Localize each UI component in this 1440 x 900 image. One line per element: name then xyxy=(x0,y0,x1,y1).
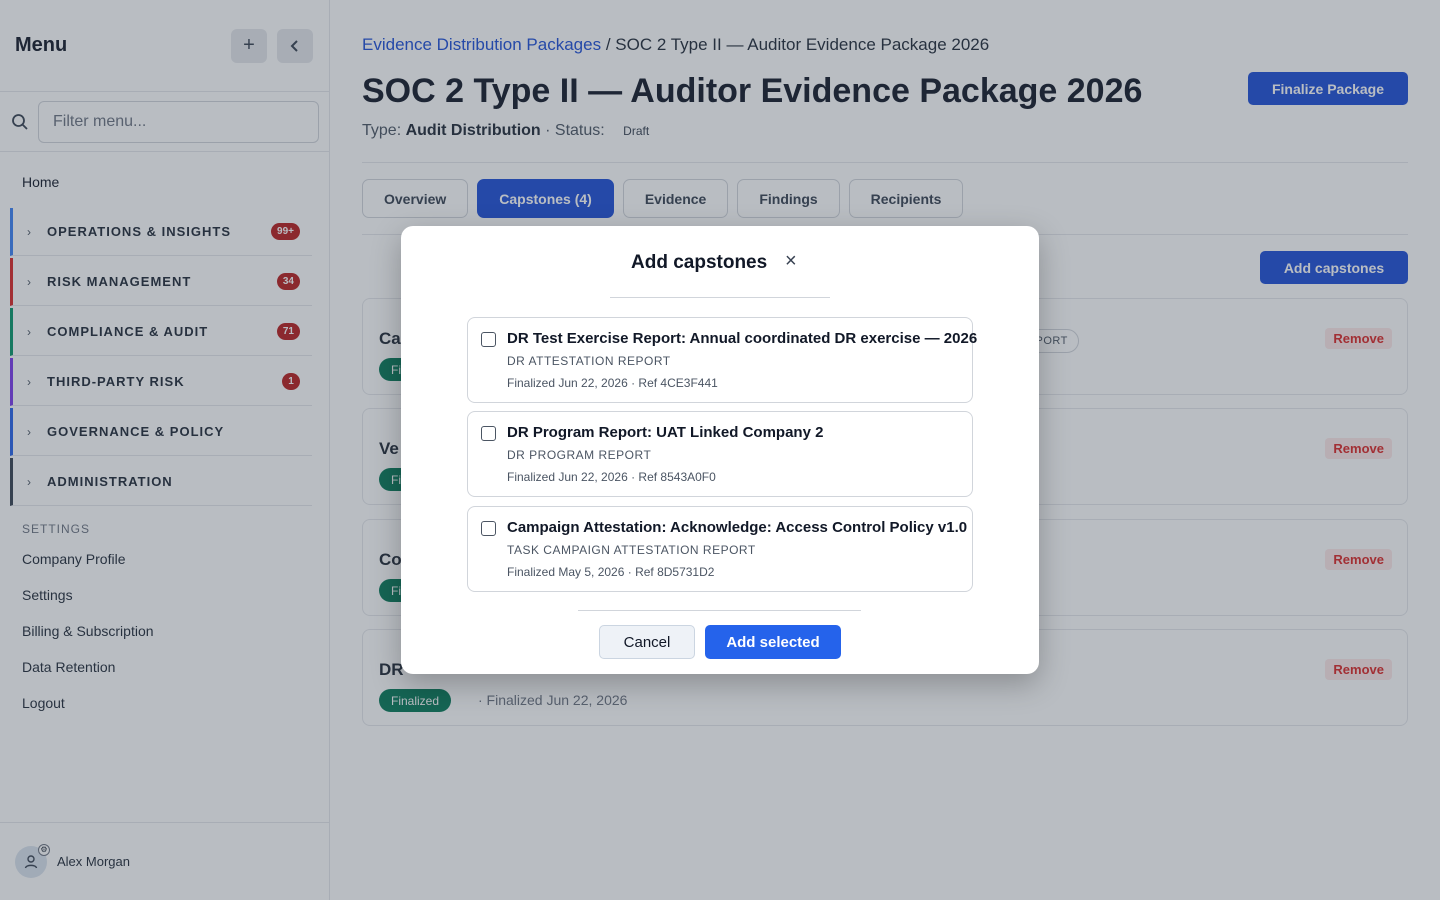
option-title: Campaign Attestation: Acknowledge: Acces… xyxy=(507,519,968,536)
option-title: DR Test Exercise Report: Annual coordina… xyxy=(507,330,978,347)
add-selected-button[interactable]: Add selected xyxy=(705,625,841,659)
option-type: DR PROGRAM REPORT xyxy=(507,448,652,462)
modal-title-divider xyxy=(610,297,830,298)
capstone-option[interactable]: DR Program Report: UAT Linked Company 2 … xyxy=(467,411,973,497)
add-capstones-modal: Add capstones × DR Test Exercise Report:… xyxy=(401,226,1039,674)
option-checkbox[interactable] xyxy=(481,426,496,441)
capstone-option[interactable]: Campaign Attestation: Acknowledge: Acces… xyxy=(467,506,973,592)
option-meta: Finalized Jun 22, 2026 · Ref 8543A0F0 xyxy=(507,470,716,484)
cancel-button[interactable]: Cancel xyxy=(599,625,695,659)
capstone-option[interactable]: DR Test Exercise Report: Annual coordina… xyxy=(467,317,977,403)
option-checkbox[interactable] xyxy=(481,521,496,536)
option-type: DR ATTESTATION REPORT xyxy=(507,354,671,368)
close-icon[interactable]: × xyxy=(785,250,797,273)
option-checkbox[interactable] xyxy=(481,332,496,347)
modal-footer-divider xyxy=(578,610,861,611)
modal-title: Add capstones xyxy=(631,252,768,273)
option-meta: Finalized May 5, 2026 · Ref 8D5731D2 xyxy=(507,565,715,579)
option-meta: Finalized Jun 22, 2026 · Ref 4CE3F441 xyxy=(507,376,718,390)
option-title: DR Program Report: UAT Linked Company 2 xyxy=(507,424,824,441)
option-type: TASK CAMPAIGN ATTESTATION REPORT xyxy=(507,543,756,557)
